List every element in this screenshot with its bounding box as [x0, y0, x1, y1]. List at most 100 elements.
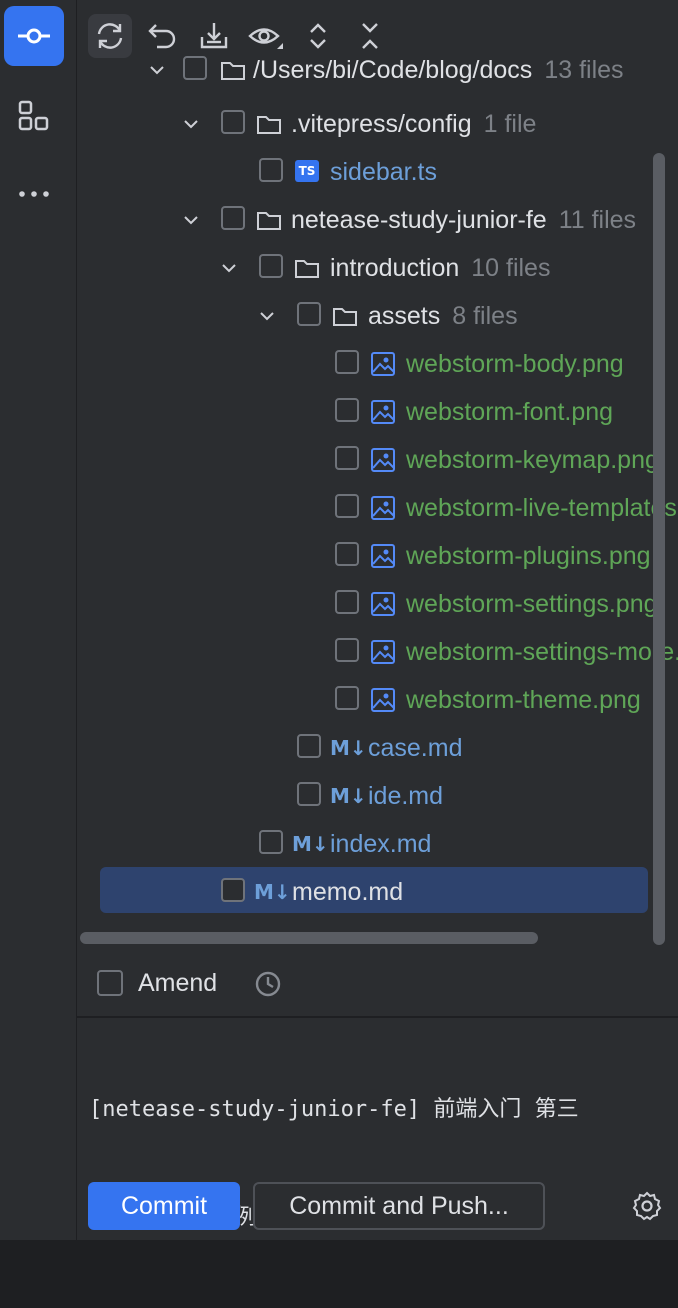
- image-file-icon: [371, 352, 395, 376]
- image-file-icon: [371, 400, 395, 424]
- tree-row-netease-study-junior-fe[interactable]: netease-study-junior-fe 11 files: [77, 196, 678, 244]
- tree-row-vitepress-config[interactable]: .vitepress/config 1 file: [77, 100, 678, 148]
- commit-and-push-button[interactable]: Commit and Push...: [253, 1182, 545, 1230]
- folder-icon: [295, 260, 319, 278]
- tree-row-label: assets 8 files: [368, 302, 518, 330]
- changes-tree: /Users/bi/Code/blog/docs 13 files .vitepr…: [77, 50, 678, 930]
- chevron-down-icon[interactable]: [217, 256, 241, 280]
- vertical-scrollbar[interactable]: [653, 153, 665, 945]
- checkbox[interactable]: [297, 734, 321, 758]
- tree-row-label: webstorm-keymap.png: [406, 446, 659, 474]
- commit-toolbar: [77, 0, 678, 58]
- collapse-icon: [362, 23, 378, 49]
- tree-row-image-file[interactable]: webstorm-settings.png: [77, 580, 678, 628]
- rollback-icon: [148, 24, 176, 49]
- typescript-file-icon: TS: [295, 160, 319, 182]
- divider: [77, 1016, 678, 1018]
- tree-row-image-file[interactable]: webstorm-body.png: [77, 340, 678, 388]
- collapse-all-button[interactable]: [348, 14, 392, 58]
- tree-row-image-file[interactable]: webstorm-theme.png: [77, 676, 678, 724]
- image-file-icon: [371, 592, 395, 616]
- tree-row-label: introduction 10 files: [330, 254, 551, 282]
- checkbox[interactable]: [335, 398, 359, 422]
- folder-icon: [333, 308, 357, 326]
- amend-label: Amend: [138, 969, 218, 997]
- checkbox[interactable]: [259, 158, 283, 182]
- tree-row-assets[interactable]: assets 8 files: [77, 292, 678, 340]
- update-button[interactable]: [192, 14, 236, 58]
- checkbox[interactable]: [335, 590, 359, 614]
- folder-icon: [257, 116, 281, 134]
- checkbox[interactable]: [335, 638, 359, 662]
- tree-row-image-file[interactable]: webstorm-plugins.png: [77, 532, 678, 580]
- checkbox[interactable]: [183, 56, 207, 80]
- folder-icon: [221, 62, 245, 80]
- checkbox[interactable]: [259, 254, 283, 278]
- markdown-file-icon: M↓: [254, 880, 291, 904]
- checkbox[interactable]: [221, 878, 245, 902]
- image-file-icon: [371, 496, 395, 520]
- refresh-button[interactable]: [88, 14, 132, 58]
- horizontal-scrollbar[interactable]: [80, 932, 538, 944]
- commit-button[interactable]: Commit: [88, 1182, 240, 1230]
- tree-row-label: webstorm-theme.png: [406, 686, 641, 714]
- tree-row-case-md[interactable]: M↓ case.md: [77, 724, 678, 772]
- tree-row-label: index.md: [330, 830, 432, 858]
- chevron-down-icon[interactable]: [145, 58, 169, 82]
- tree-row-label: case.md: [368, 734, 463, 762]
- tree-row-sidebar-ts[interactable]: TS sidebar.ts: [77, 148, 678, 196]
- tree-row-label: sidebar.ts: [330, 158, 438, 186]
- tree-row-introduction[interactable]: introduction 10 files: [77, 244, 678, 292]
- chevron-down-icon[interactable]: [255, 304, 279, 328]
- refresh-icon: [97, 23, 123, 49]
- update-icon: [200, 23, 228, 49]
- checkbox[interactable]: [221, 110, 245, 134]
- checkbox[interactable]: [335, 686, 359, 710]
- folder-icon: [257, 212, 281, 230]
- tree-row-label: webstorm-settings.png: [406, 590, 658, 618]
- tree-row-image-file[interactable]: webstorm-settings-more.png: [77, 628, 678, 676]
- tree-row-root[interactable]: /Users/bi/Code/blog/docs 13 files: [77, 52, 678, 100]
- checkbox[interactable]: [335, 350, 359, 374]
- rollback-button[interactable]: [140, 14, 184, 58]
- checkbox[interactable]: [259, 830, 283, 854]
- checkbox[interactable]: [297, 302, 321, 326]
- eye-icon: [248, 28, 283, 49]
- show-diff-button[interactable]: [244, 14, 288, 58]
- commit-message-line: [netease-study-junior-fe] 前端入门 第三: [89, 1097, 579, 1122]
- checkbox[interactable]: [297, 782, 321, 806]
- tree-row-image-file[interactable]: webstorm-keymap.png: [77, 436, 678, 484]
- checkbox[interactable]: [335, 494, 359, 518]
- clock-icon[interactable]: [253, 969, 283, 999]
- checkbox[interactable]: [335, 542, 359, 566]
- tree-row-ide-md[interactable]: M↓ ide.md: [77, 772, 678, 820]
- chevron-down-icon[interactable]: [179, 208, 203, 232]
- tree-row-label: webstorm-font.png: [406, 398, 614, 426]
- commit-tool-button[interactable]: [4, 6, 64, 66]
- checkbox[interactable]: [335, 446, 359, 470]
- tree-row-label: memo.md: [292, 878, 404, 906]
- tree-row-label: webstorm-settings-more.png: [406, 638, 678, 666]
- tree-row-label: /Users/bi/Code/blog/docs 13 files: [253, 56, 624, 84]
- tree-row-label: .vitepress/config 1 file: [291, 110, 537, 138]
- image-file-icon: [371, 688, 395, 712]
- commit-message-field[interactable]: [netease-study-junior-fe] 前端入门 第三 章 前端入门…: [89, 1020, 649, 1308]
- image-file-icon: [371, 544, 395, 568]
- tree-row-memo-md[interactable]: M↓ memo.md: [77, 868, 678, 916]
- tree-row-image-file[interactable]: webstorm-live-templates.png: [77, 484, 678, 532]
- amend-checkbox[interactable]: [97, 970, 123, 996]
- more-tool-button[interactable]: [4, 164, 64, 224]
- structure-icon: [18, 100, 49, 131]
- expand-all-button[interactable]: [296, 14, 340, 58]
- tree-row-index-md[interactable]: M↓ index.md: [77, 820, 678, 868]
- gear-icon[interactable]: [631, 1190, 663, 1222]
- chevron-down-icon[interactable]: [179, 112, 203, 136]
- tree-row-image-file[interactable]: webstorm-font.png: [77, 388, 678, 436]
- markdown-file-icon: M↓: [330, 736, 367, 760]
- expand-icon: [310, 23, 326, 49]
- markdown-file-icon: M↓: [330, 784, 367, 808]
- tool-window-strip: [0, 0, 77, 1240]
- checkbox[interactable]: [221, 206, 245, 230]
- structure-tool-button[interactable]: [4, 86, 64, 146]
- more-icon: [19, 191, 49, 197]
